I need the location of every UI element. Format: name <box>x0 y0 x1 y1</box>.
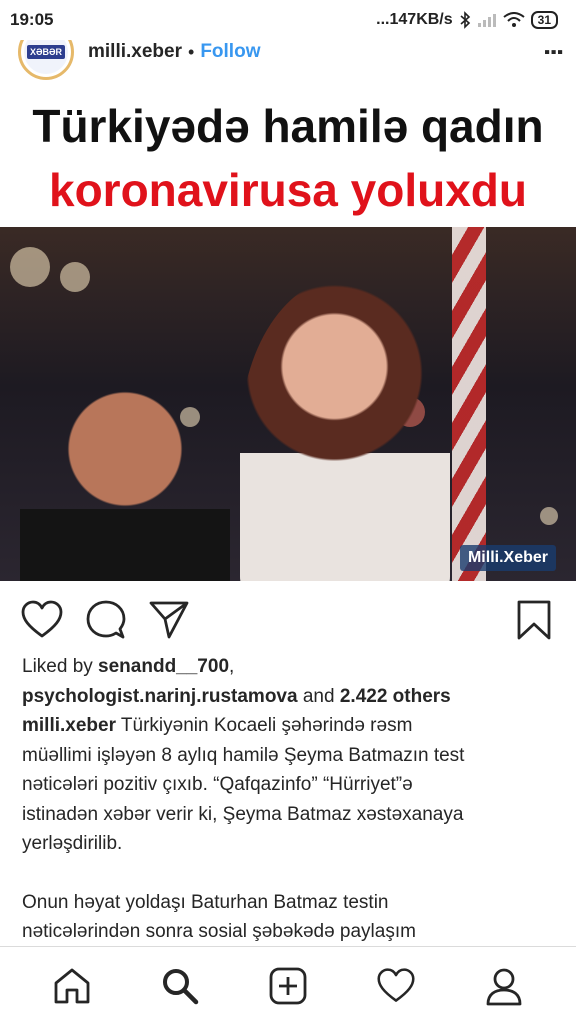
nav-activity[interactable] <box>366 956 426 1016</box>
caption-line3: nəticələri pozitiv çıxıb. “Qafqazinfo” “… <box>22 774 413 795</box>
post-username[interactable]: milli.xeber <box>88 41 182 63</box>
follow-button[interactable]: Follow <box>200 41 260 63</box>
headline-line1: Türkiyədə hamilə qadın <box>32 100 544 152</box>
heart-icon[interactable] <box>20 600 64 640</box>
caption-username[interactable]: milli.xeber <box>22 715 116 736</box>
post-photo: Milli.Xeber <box>0 227 576 581</box>
likes-comma: , <box>229 656 235 677</box>
likes-others[interactable]: 2.422 others <box>340 686 451 707</box>
image-headline: Türkiyədə hamilə qadın koronavirusa yolu… <box>0 85 576 227</box>
nav-add-post[interactable] <box>258 956 318 1016</box>
carousel-pole <box>452 227 486 581</box>
liker-username-2[interactable]: psychologist.narinj.rustamova <box>22 686 298 707</box>
wifi-icon <box>503 12 525 27</box>
caption-line4: istinadən xəbər verir ki, Şeyma Batmaz x… <box>22 803 464 825</box>
search-icon <box>163 968 199 1004</box>
post-image[interactable]: Türkiyədə hamilə qadın koronavirusa yolu… <box>0 85 576 581</box>
network-speed: ...147KB/s <box>376 11 453 28</box>
bokeh-light <box>60 262 90 292</box>
bottom-nav <box>0 946 576 1024</box>
caption-gap <box>22 859 554 888</box>
likes-and: and <box>297 685 340 707</box>
caption-line6: Onun həyat yoldaşı Baturhan Batmaz testi… <box>22 891 389 913</box>
caption-line7: nəticələrindən sonra sosial şəbəkədə pay… <box>22 921 416 942</box>
nav-profile[interactable] <box>474 956 534 1016</box>
activity-heart-icon <box>377 967 415 1002</box>
woman-figure <box>240 277 450 581</box>
headline-line2: koronavirusa yoluxdu <box>48 164 527 216</box>
caption-line2: müəllimi işləyən 8 aylıq hamilə Şeyma Ba… <box>22 744 465 766</box>
nav-home[interactable] <box>42 956 102 1016</box>
home-icon <box>54 968 90 1003</box>
battery-icon: 31 <box>530 11 558 29</box>
caption-line1: milli.xeber Türkiyənin Kocaeli şəhərində… <box>22 711 554 741</box>
add-post-icon <box>269 967 307 1004</box>
comment-icon[interactable] <box>86 600 126 640</box>
man-figure <box>20 377 230 581</box>
profile-icon <box>486 968 522 1005</box>
likes-line2: psychologist.narinj.rustamova and 2.422 … <box>22 682 554 712</box>
avatar-logo-text: XƏBƏR <box>26 45 66 59</box>
post-actions <box>0 594 576 642</box>
likes-prefix: Liked by <box>22 656 99 677</box>
battery-level: 31 <box>537 13 551 27</box>
caption-text-1: Türkiyənin Kocaeli şəhərində rəsm <box>116 715 413 736</box>
status-right: ...147KB/s 31 <box>376 11 558 29</box>
status-time: 19:05 <box>10 10 54 29</box>
nav-search[interactable] <box>150 956 210 1016</box>
liker-username-1[interactable]: senandd__700 <box>98 656 229 677</box>
caption-line5: yerləşdirilib. <box>22 833 123 854</box>
status-bar: 19:05 ...147KB/s 31 <box>0 0 576 40</box>
signal-icon <box>477 14 496 27</box>
bokeh-light <box>10 247 50 287</box>
share-icon[interactable] <box>148 600 190 640</box>
likes-line1: Liked by senandd__700, <box>22 652 554 682</box>
image-watermark: Milli.Xeber <box>459 545 556 571</box>
separator-dot: • <box>188 41 195 62</box>
bokeh-light <box>540 507 558 525</box>
more-options-icon[interactable]: ⋮ <box>541 41 566 63</box>
bookmark-icon[interactable] <box>516 600 552 640</box>
bluetooth-icon <box>460 11 470 29</box>
post-text: Liked by senandd__700, psychologist.nari… <box>22 652 554 947</box>
